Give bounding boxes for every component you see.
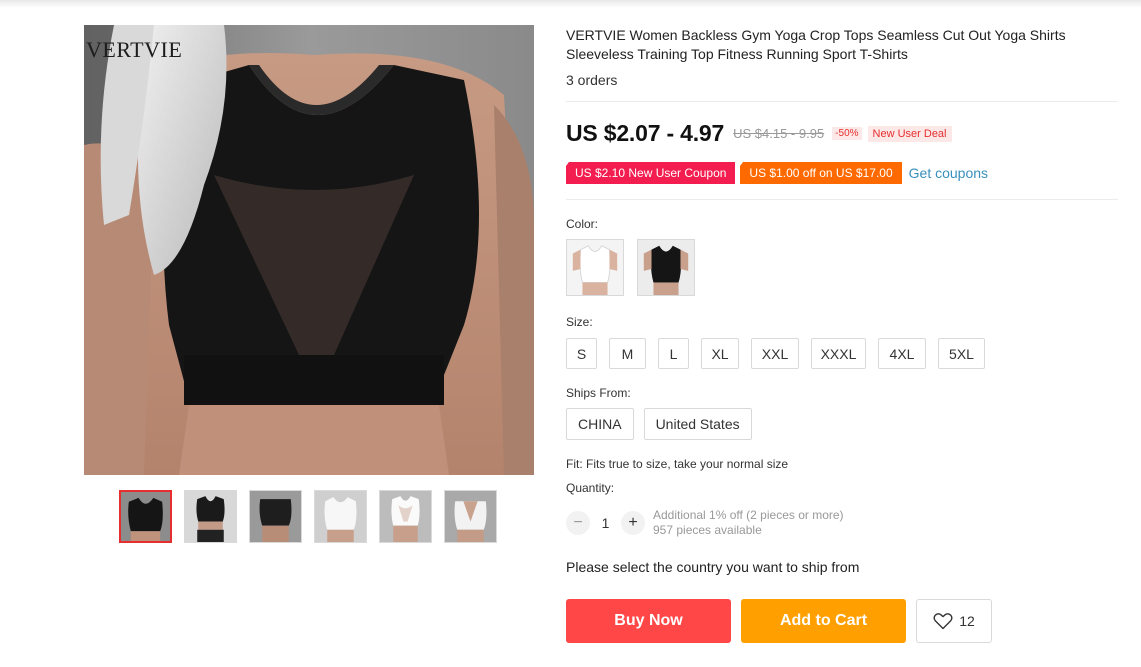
ships-from-label: Ships From:: [566, 386, 631, 400]
size-option-5xl[interactable]: 5XL: [938, 338, 985, 369]
wishlist-count: 12: [959, 613, 975, 629]
size-option-m[interactable]: M: [609, 338, 646, 369]
quantity-stepper: − 1 + Additional 1% off (2 pieces or mor…: [566, 508, 844, 538]
color-swatch-black[interactable]: [637, 239, 695, 296]
ships-from-options: CHINA United States: [566, 408, 752, 440]
ship-country-note: Please select the country you want to sh…: [566, 559, 860, 575]
bulk-discount-note: Additional 1% off (2 pieces or more): [653, 508, 844, 522]
color-options: [566, 239, 695, 296]
thumbnail-4[interactable]: [314, 490, 367, 543]
quantity-value[interactable]: 1: [590, 515, 621, 531]
new-user-deal-badge: New User Deal: [867, 125, 952, 142]
product-photo: [84, 25, 534, 475]
price: US $2.07 - 4.97: [566, 120, 725, 146]
action-buttons: Buy Now Add to Cart 12: [566, 599, 992, 643]
ships-from-united-states[interactable]: United States: [643, 408, 752, 440]
heart-icon: [933, 613, 953, 630]
coupon-row: US $2.10 New User Coupon US $1.00 off on…: [566, 162, 988, 184]
thumbnail-1[interactable]: [119, 490, 172, 543]
buy-now-button[interactable]: Buy Now: [566, 599, 731, 643]
quantity-increase-button[interactable]: +: [621, 511, 645, 535]
size-option-l[interactable]: L: [658, 338, 689, 369]
get-coupons-link[interactable]: Get coupons: [909, 165, 988, 181]
ships-from-china[interactable]: CHINA: [566, 408, 634, 440]
color-label: Color:: [566, 217, 599, 231]
product-title: VERTVIE Women Backless Gym Yoga Crop Top…: [566, 27, 1066, 62]
thumbnail-strip: [119, 490, 497, 543]
size-options: S M L XL XXL XXXL 4XL 5XL: [566, 338, 985, 369]
discount-badge: -50%: [832, 127, 862, 140]
size-label: Size:: [566, 315, 593, 329]
pieces-available: 957 pieces available: [653, 523, 762, 537]
main-product-image[interactable]: VERTVIE: [84, 25, 534, 475]
divider: [566, 199, 1118, 200]
order-count: 3 orders: [566, 72, 618, 88]
store-coupon[interactable]: US $1.00 off on US $17.00: [740, 162, 902, 184]
quantity-info: Additional 1% off (2 pieces or more) 957…: [653, 508, 844, 538]
wishlist-button[interactable]: 12: [916, 599, 992, 643]
size-option-xxl[interactable]: XXL: [751, 338, 799, 369]
thumbnail-2[interactable]: [184, 490, 237, 543]
brand-watermark: VERTVIE: [86, 37, 183, 62]
thumbnail-5[interactable]: [379, 490, 432, 543]
original-price: US $4.15 - 9.95: [733, 126, 825, 141]
quantity-decrease-button[interactable]: −: [566, 511, 590, 535]
size-option-xxxl[interactable]: XXXL: [811, 338, 866, 369]
size-option-xl[interactable]: XL: [701, 338, 739, 369]
fit-note: Fit: Fits true to size, take your normal…: [566, 457, 789, 471]
size-option-s[interactable]: S: [566, 338, 597, 369]
thumbnail-6[interactable]: [444, 490, 497, 543]
new-user-coupon[interactable]: US $2.10 New User Coupon: [566, 162, 736, 184]
color-swatch-white[interactable]: [566, 239, 624, 296]
quantity-label: Quantity:: [566, 481, 615, 495]
divider: [566, 101, 1118, 102]
add-to-cart-button[interactable]: Add to Cart: [741, 599, 906, 643]
thumbnail-3[interactable]: [249, 490, 302, 543]
price-row: US $2.07 - 4.97 US $4.15 - 9.95 -50% New…: [566, 120, 952, 147]
size-option-4xl[interactable]: 4XL: [878, 338, 926, 369]
top-shadow: [0, 0, 1141, 8]
